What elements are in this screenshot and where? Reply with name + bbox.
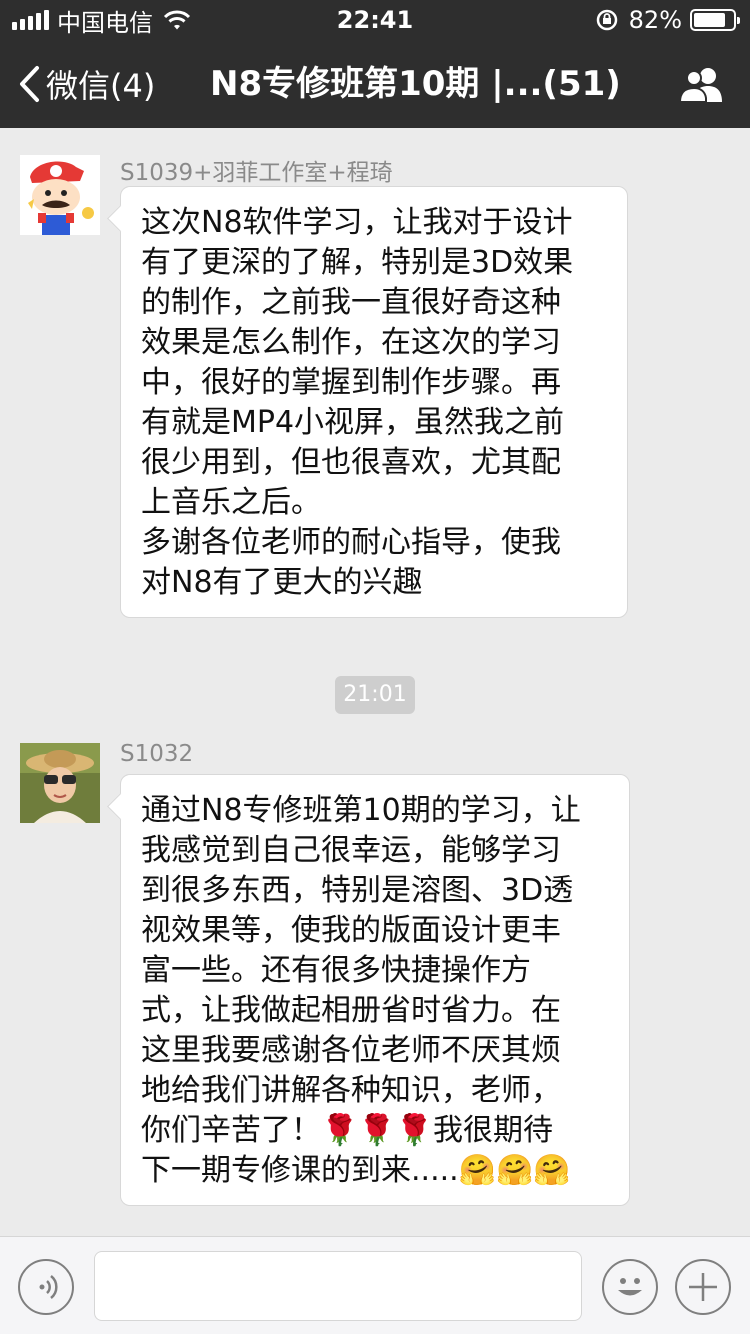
chevron-left-icon	[20, 66, 39, 102]
input-bar	[0, 1236, 750, 1334]
sender-name: S1032	[120, 741, 194, 767]
message-input[interactable]	[94, 1251, 582, 1321]
photo-avatar-icon	[20, 743, 100, 823]
battery-percent: 82%	[628, 6, 682, 34]
message-bubble[interactable]: 通过N8专修班第10期的学习，让 我感觉到自己很幸运，能够学习 到很多东西，特别…	[120, 774, 630, 1206]
status-right: 82%	[595, 6, 740, 34]
sender-name: S1039+羽菲工作室+程琦	[120, 160, 393, 186]
battery-level-fill	[694, 13, 726, 27]
avatar[interactable]	[20, 155, 100, 235]
status-bar: 中国电信 22:41 82%	[0, 0, 750, 40]
more-button[interactable]	[675, 1259, 731, 1315]
back-label: 微信(4)	[46, 67, 156, 105]
smiley-icon	[618, 1278, 642, 1296]
voice-icon	[39, 1275, 58, 1299]
timestamp-divider: 21:01	[335, 676, 415, 714]
emoji-button[interactable]	[602, 1259, 658, 1315]
nav-bar: 微信(4) N8专修班第10期 |...(51)	[0, 40, 750, 128]
plus-icon	[689, 1273, 717, 1301]
avatar[interactable]	[20, 743, 100, 823]
battery-icon	[690, 9, 740, 31]
back-button[interactable]: 微信(4)	[18, 40, 155, 128]
cartoon-avatar-icon	[20, 155, 100, 235]
rotation-lock-icon	[596, 9, 617, 31]
voice-button[interactable]	[18, 1259, 74, 1315]
group-members-icon[interactable]	[678, 64, 726, 104]
chat-title: N8专修班第10期 |...(51)	[210, 64, 621, 104]
chat-screen: 中国电信 22:41 82% 微信(4) N8专修班第10期 |...(51) …	[0, 0, 750, 1334]
message-bubble[interactable]: 这次N8软件学习，让我对于设计 有了更深的了解，特别是3D效果 的制作，之前我一…	[120, 186, 628, 618]
